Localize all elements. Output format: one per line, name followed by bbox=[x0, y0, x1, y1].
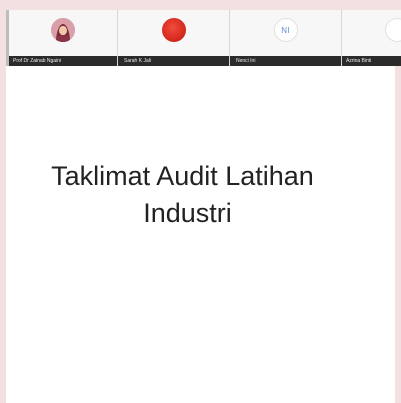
participant-tile[interactable]: NI Nenci Ini bbox=[230, 10, 342, 66]
participants-strip: Prof Dr Zainab Ngaini Sarah K Jali NI Ne… bbox=[6, 10, 401, 66]
person-icon bbox=[51, 18, 75, 42]
participant-avatar bbox=[161, 18, 186, 42]
participant-initials-avatar: NI bbox=[273, 18, 298, 42]
participant-name: Prof Dr Zainab Ngaini bbox=[9, 56, 117, 66]
slide-title: Taklimat Audit Latihan Industri bbox=[6, 158, 351, 232]
presentation-slide: Taklimat Audit Latihan Industri bbox=[6, 66, 395, 403]
participant-tile[interactable]: Prof Dr Zainab Ngaini bbox=[6, 10, 118, 66]
slide-title-line: Taklimat Audit Latihan bbox=[51, 161, 314, 191]
participant-name: Azrina Binti bbox=[342, 56, 401, 66]
participant-tile[interactable]: Azrina Binti bbox=[342, 10, 401, 66]
participant-avatar bbox=[385, 18, 401, 42]
participant-tile[interactable]: Sarah K Jali bbox=[118, 10, 230, 66]
participant-name: Sarah K Jali bbox=[118, 56, 229, 66]
participant-name: Nenci Ini bbox=[230, 56, 341, 66]
participant-photo-avatar bbox=[51, 18, 75, 42]
slide-title-line: Industri bbox=[143, 198, 232, 228]
